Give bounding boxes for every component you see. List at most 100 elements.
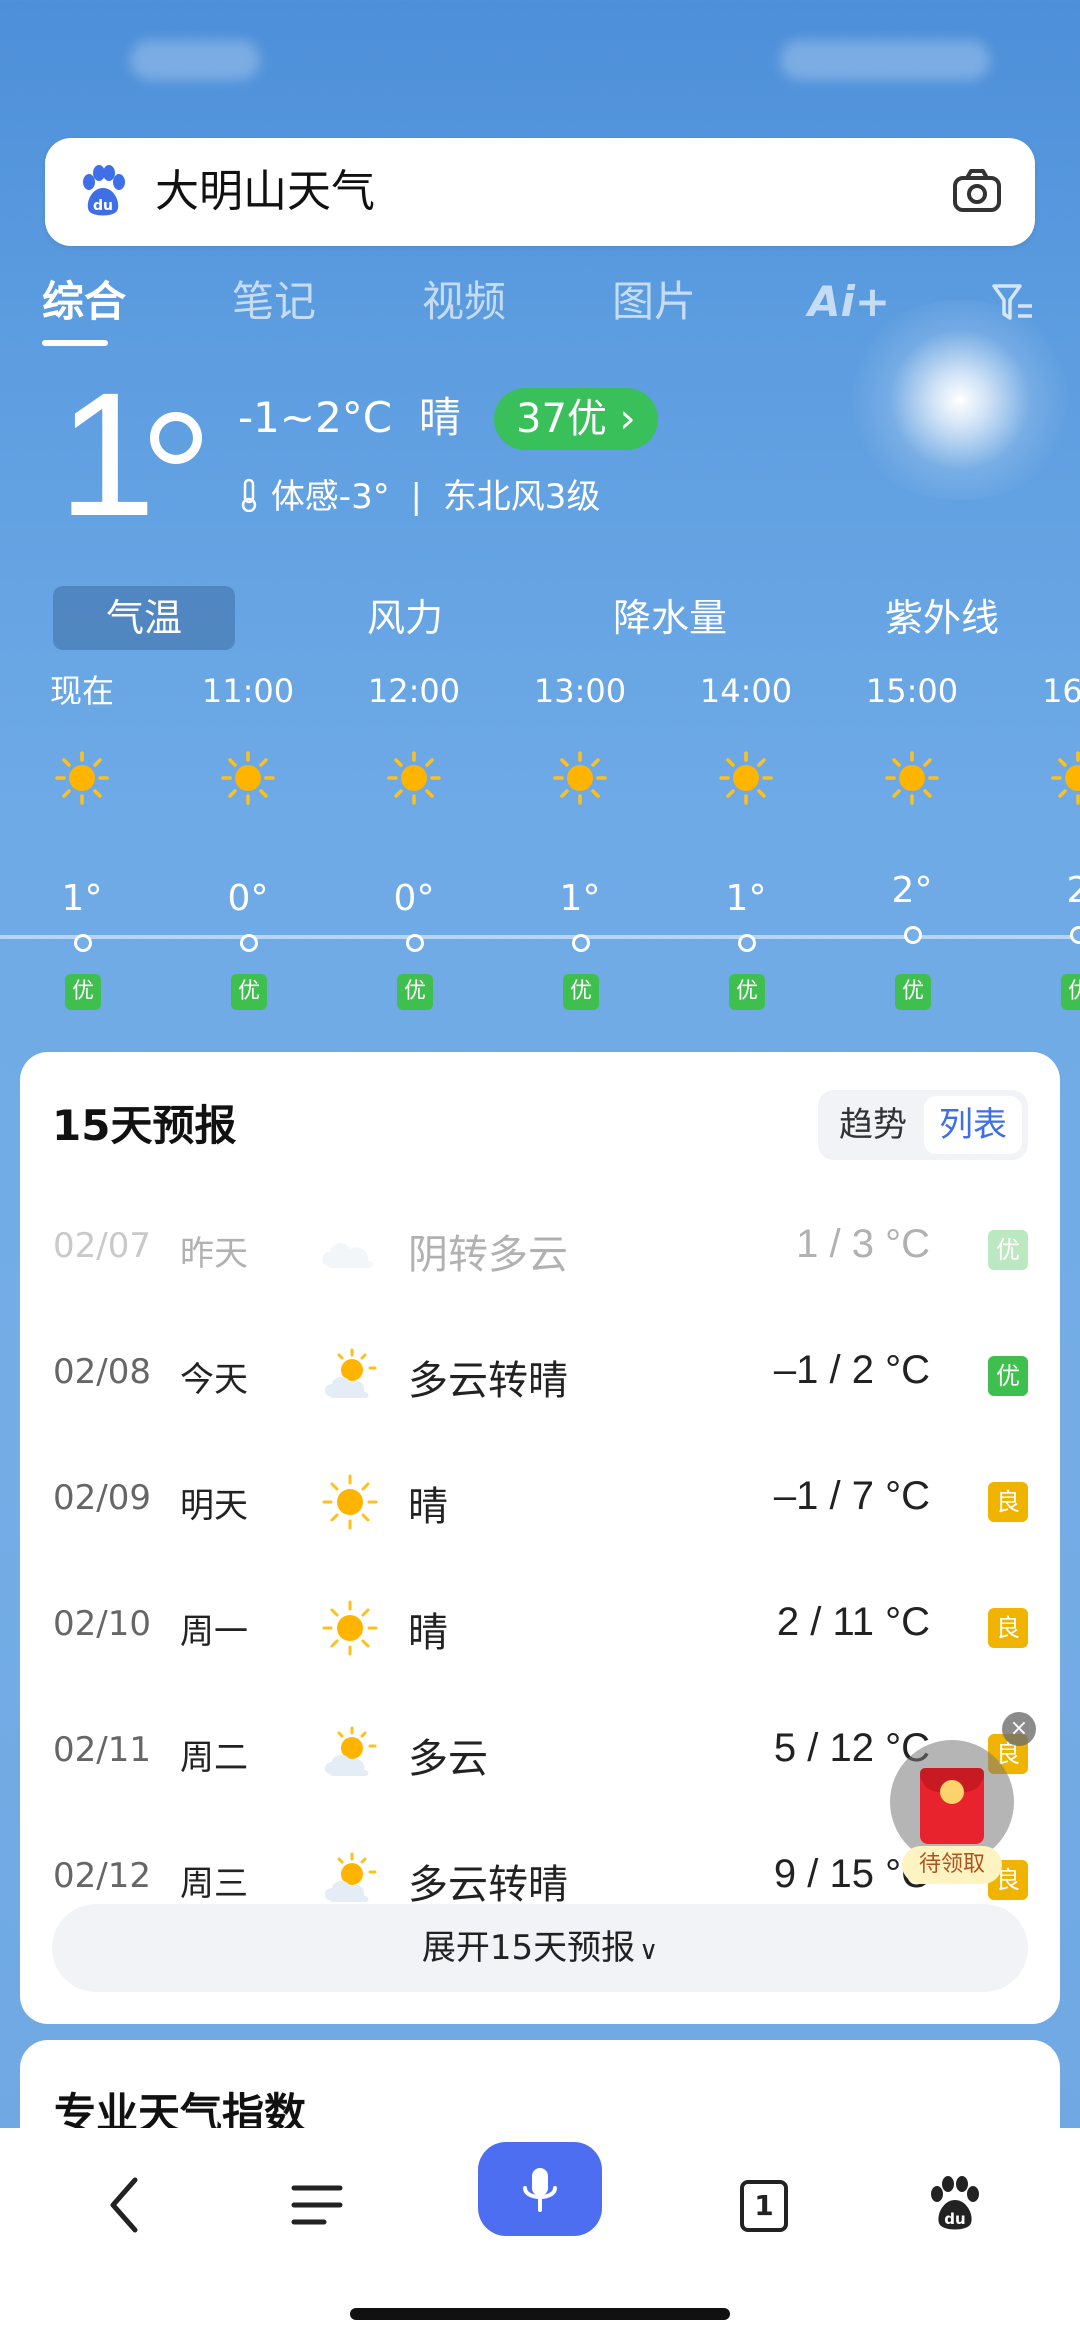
temp-range: -1~2°C 晴 — [238, 388, 461, 448]
current-temp: 1 — [58, 357, 156, 553]
hour-temp: 1° — [61, 878, 103, 919]
cloudy-icon — [322, 1243, 374, 1268]
search-input[interactable]: 大明山天气 — [155, 162, 375, 222]
hourly-item: 11:00 0° 优 — [188, 668, 308, 1010]
forecast-card: 15天预报 趋势 列表 02/07 昨天 阴转多云 1 / 3 °C 优 02/08 今天多… — [20, 1052, 1060, 2024]
forecast-aqi-badge: 优 — [988, 1356, 1028, 1396]
red-packet-close-button[interactable]: × — [1002, 1712, 1036, 1746]
sun-icon — [719, 751, 773, 805]
sun-icon — [322, 1600, 378, 1656]
search-bar[interactable]: du 大明山天气 — [45, 138, 1035, 246]
temp-point — [738, 934, 756, 952]
sun-icon — [387, 751, 441, 805]
red-packet-label[interactable]: 待领取 — [902, 1846, 1002, 1884]
expand-label: 展开15天预报 — [421, 1928, 636, 1968]
tab-comprehensive[interactable]: 综合 — [42, 270, 126, 334]
hourly-item: 15:00 2° 优 — [852, 668, 972, 1010]
chevron-down-icon: ∨ — [639, 1936, 659, 1966]
forecast-day: 周二 — [180, 1738, 248, 1778]
tab-underline — [42, 340, 108, 346]
tab-video[interactable]: 视频 — [422, 270, 506, 334]
temp-point — [572, 934, 590, 952]
voice-search-button[interactable] — [478, 2142, 602, 2236]
baidu-home-icon[interactable]: du — [910, 2160, 1000, 2250]
hour-temp: 2 — [1066, 870, 1080, 911]
forecast-temp: –1 / 2 °C — [773, 1348, 930, 1392]
hour-aqi-badge: 优 — [65, 974, 101, 1010]
tab-images[interactable]: 图片 — [612, 270, 696, 334]
thermometer-icon — [241, 478, 257, 513]
forecast-date: 02/12 — [53, 1856, 151, 1896]
forecast-row[interactable]: 02/10 周一 晴 2 / 11 °C 良 — [20, 1588, 1060, 1668]
toggle-trend[interactable]: 趋势 — [824, 1096, 922, 1154]
hour-time: 14:00 — [699, 672, 793, 710]
hourly-item: 现在 1° 优 — [22, 668, 142, 1010]
forecast-day: 明天 — [180, 1486, 248, 1526]
aqi-badge[interactable]: 37优 › — [494, 388, 658, 450]
metric-tab-temperature[interactable]: 气温 — [53, 586, 235, 650]
separator: | — [410, 477, 422, 517]
hourly-item: 14:00 1° 优 — [686, 668, 806, 1010]
hour-time: 12:00 — [367, 672, 461, 710]
forecast-row[interactable]: 02/08 今天 多云转晴 –1 / 2 °C 优 — [20, 1336, 1060, 1416]
forecast-row[interactable]: 02/07 昨天 阴转多云 1 / 3 °C 优 — [20, 1210, 1060, 1290]
camera-icon[interactable] — [949, 164, 1005, 220]
hour-aqi-badge: 优 — [397, 974, 433, 1010]
status-bar-right — [780, 40, 990, 80]
metric-tab-wind[interactable]: 风力 — [330, 586, 480, 650]
tab-notes[interactable]: 笔记 — [232, 270, 316, 334]
microphone-icon — [523, 2168, 557, 2212]
hour-aqi-badge: 优 — [1061, 974, 1080, 1010]
expand-forecast-button[interactable]: 展开15天预报 ∨ — [52, 1904, 1028, 1992]
status-bar-left — [130, 40, 260, 80]
forecast-day: 昨天 — [180, 1234, 248, 1274]
forecast-day: 今天 — [180, 1360, 248, 1400]
hour-time: 15:00 — [865, 672, 959, 710]
forecast-date: 02/10 — [53, 1604, 151, 1644]
hour-time: 现在 — [49, 672, 114, 710]
partly-cloudy-icon — [324, 1852, 377, 1902]
tab-count: 1 — [740, 2180, 788, 2232]
forecast-temp: 1 / 3 °C — [796, 1222, 930, 1266]
hour-time: 13:00 — [533, 672, 627, 710]
forecast-row[interactable]: 02/09 明天 晴 –1 / 7 °C 良 — [20, 1462, 1060, 1542]
hour-aqi-badge: 优 — [231, 974, 267, 1010]
forecast-date: 02/07 — [53, 1226, 151, 1266]
wind: 东北风3级 — [442, 477, 601, 517]
forecast-temp: 2 / 11 °C — [776, 1600, 930, 1644]
degree-symbol — [150, 412, 202, 464]
hour-aqi-badge: 优 — [895, 974, 931, 1010]
hourly-item: 12:00 0° 优 — [354, 668, 474, 1010]
sun-icon — [322, 1474, 378, 1530]
forecast-aqi-badge: 良 — [988, 1482, 1028, 1522]
metric-tab-uv[interactable]: 紫外线 — [862, 586, 1022, 650]
forecast-aqi-badge: 良 — [988, 1608, 1028, 1648]
hourly-item: 16:0 2 优 — [1018, 668, 1080, 1010]
hour-aqi-badge: 优 — [729, 974, 765, 1010]
temp-point — [74, 934, 92, 952]
hour-time: 16:0 — [1042, 672, 1080, 710]
forecast-condition: 多云 — [408, 1736, 488, 1782]
temp-point — [240, 934, 258, 952]
metric-tab-precipitation[interactable]: 降水量 — [590, 586, 750, 650]
hour-temp: 1° — [725, 878, 767, 919]
sun-glow — [840, 300, 1080, 500]
toggle-list[interactable]: 列表 — [924, 1096, 1022, 1154]
forecast-condition: 阴转多云 — [408, 1232, 568, 1278]
forecast-aqi-badge: 优 — [988, 1230, 1028, 1270]
hour-temp: 0° — [227, 878, 269, 919]
hour-aqi-badge: 优 — [563, 974, 599, 1010]
forecast-day: 周三 — [180, 1864, 248, 1904]
baidu-paw-icon: du — [83, 165, 125, 216]
partly-cloudy-icon — [324, 1348, 377, 1398]
sun-icon — [221, 751, 275, 805]
forecast-condition: 晴 — [408, 1610, 448, 1656]
forecast-temp: –1 / 7 °C — [773, 1474, 930, 1518]
menu-icon[interactable] — [272, 2160, 362, 2250]
tabs-button[interactable]: 1 — [718, 2160, 808, 2250]
back-icon[interactable] — [80, 2160, 170, 2250]
feels-like: 体感-3° — [270, 477, 390, 517]
forecast-condition: 多云转晴 — [408, 1358, 568, 1404]
tab-ai[interactable]: Ai+ — [808, 270, 890, 334]
home-indicator — [350, 2308, 730, 2320]
